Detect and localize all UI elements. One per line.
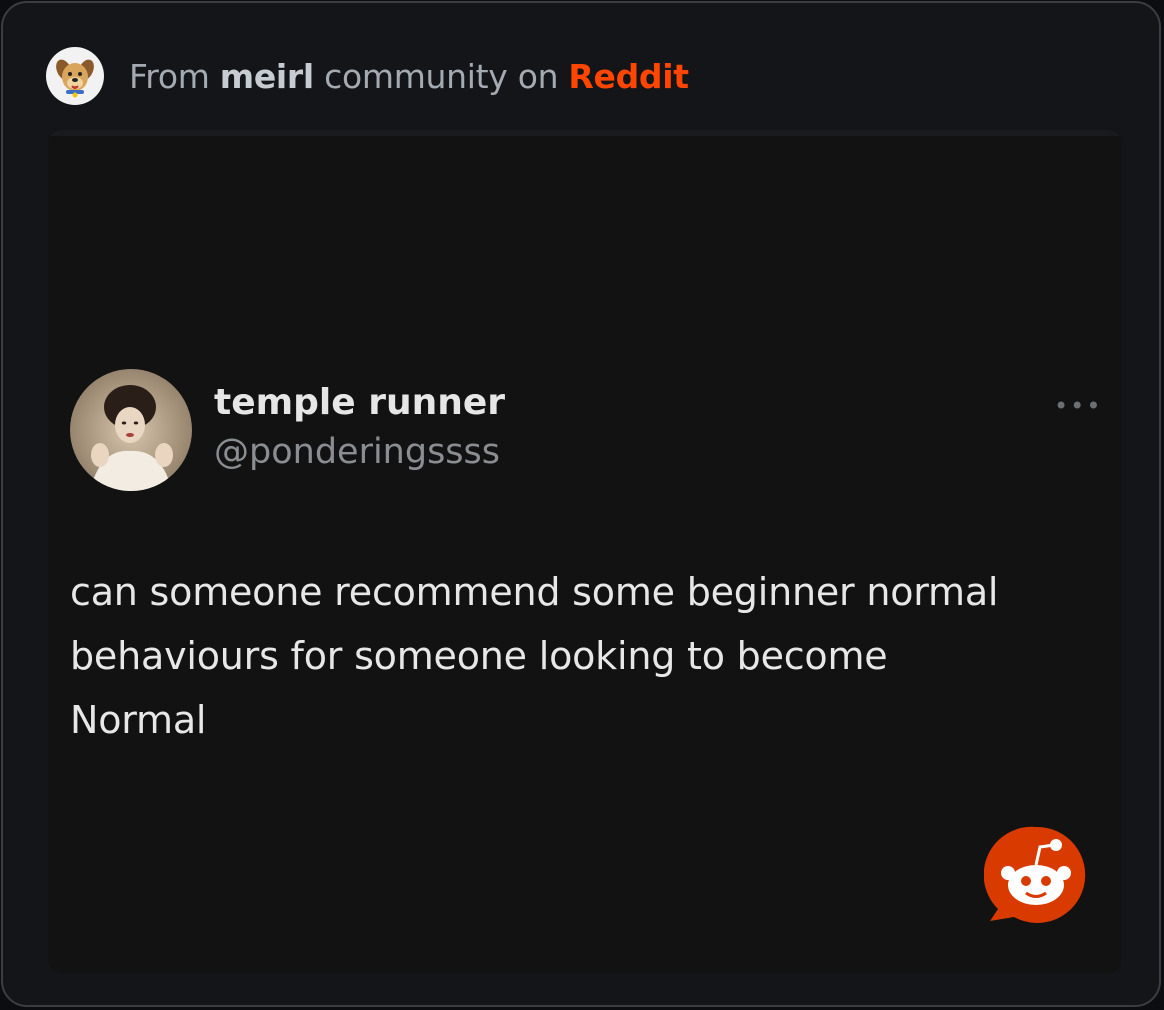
embed-header: From meirl community on Reddit xyxy=(46,47,689,105)
media-divider xyxy=(48,130,1122,136)
more-options-icon[interactable]: ••• xyxy=(1054,392,1102,420)
tweet-author-avatar xyxy=(70,369,192,491)
source-prefix: From xyxy=(129,56,220,96)
embed-source-text: From meirl community on Reddit xyxy=(129,57,689,96)
reddit-link[interactable]: Reddit xyxy=(568,57,689,96)
dog-mascot-avatar-icon xyxy=(56,59,94,98)
subreddit-avatar[interactable] xyxy=(46,47,104,105)
tweet-display-name: temple runner xyxy=(214,382,506,423)
embed-card: From meirl community on Reddit temple ru… xyxy=(1,1,1161,1007)
community-link[interactable]: meirl xyxy=(220,57,314,96)
source-middle: community on xyxy=(313,56,569,96)
tweet-body: can someone recommend some beginner norm… xyxy=(70,570,999,742)
post-media[interactable]: temple runner @ponderingssss ••• can som… xyxy=(48,130,1122,973)
tweet-handle: @ponderingssss xyxy=(214,432,501,472)
reddit-snoo-icon xyxy=(984,826,1086,923)
